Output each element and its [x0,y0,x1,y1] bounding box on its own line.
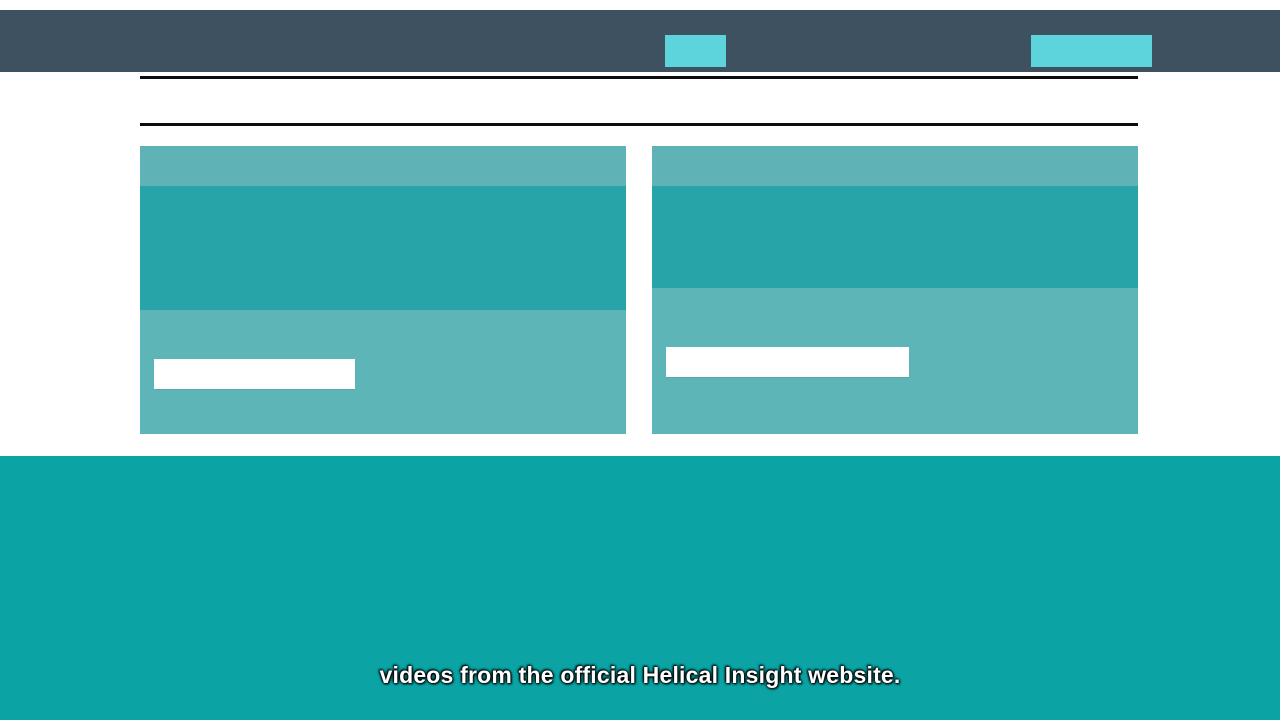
nav-button-1[interactable] [665,35,726,67]
card-left-header [140,146,626,186]
top-rule [140,76,1138,79]
subtitle-caption: videos from the official Helical Insight… [379,662,901,688]
bottom-rule [140,123,1138,126]
card-right-button[interactable] [666,347,909,377]
top-strip [0,0,1280,10]
card-left [140,146,626,434]
card-left-band [140,186,626,310]
card-left-button[interactable] [154,359,355,389]
card-right [652,146,1138,434]
card-right-header [652,146,1138,186]
card-right-band [652,186,1138,288]
navbar [0,10,1280,72]
nav-button-2[interactable] [1031,35,1152,67]
